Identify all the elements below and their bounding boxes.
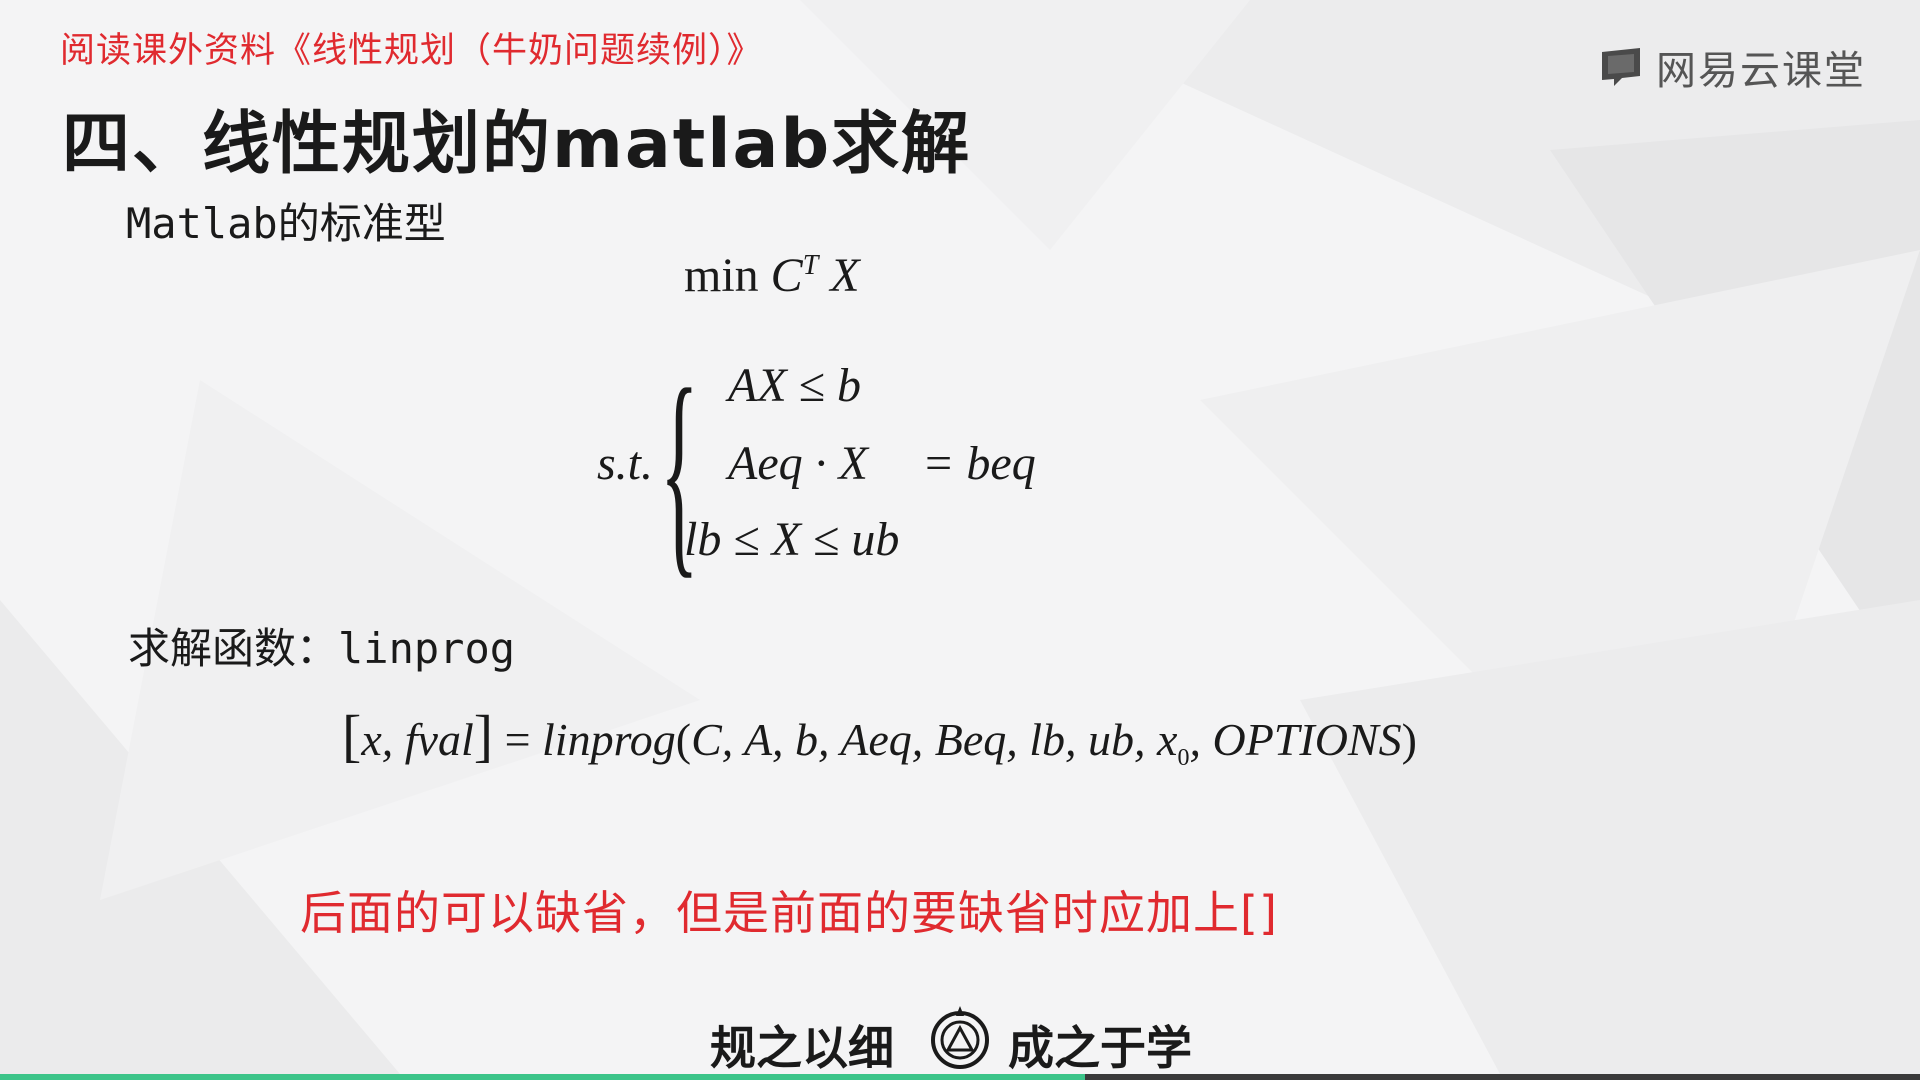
default-args-note: 后面的可以缺省，但是前面的要缺省时应加上[]	[300, 886, 1278, 940]
solver-line: 求解函数：linprog	[128, 615, 515, 676]
motto-left: 规之以细	[710, 1021, 894, 1074]
netease-cloud-class-logo: 网易云课堂	[1600, 42, 1866, 94]
call-outputs: x, fval	[361, 714, 474, 765]
call-function: linprog	[542, 714, 676, 765]
solver-name: linprog	[338, 624, 516, 673]
call-args: C, A, b, Aeq, Beq, lb, ub, x	[691, 714, 1178, 765]
decision-vector: X	[830, 249, 860, 302]
logo-text: 网易云课堂	[1656, 48, 1866, 94]
solver-label: 求解函数：	[128, 624, 339, 673]
linprog-call: [x, fval] = linprog(C, A, b, Aeq, Beq, l…	[342, 703, 1417, 772]
video-progress-bar[interactable]	[0, 1074, 1920, 1080]
cloud-class-icon	[1602, 48, 1640, 86]
cost-vector: C	[770, 249, 803, 302]
school-emblem-icon	[931, 1006, 989, 1069]
reading-note: 阅读课外资料《线性规划（牛奶问题续例）》	[60, 31, 763, 71]
call-options: , OPTIONS	[1189, 714, 1402, 765]
page-title: 四、线性规划的matlab求解	[62, 105, 972, 184]
video-progress-fill	[0, 1074, 1085, 1080]
min-operator: min	[684, 249, 759, 302]
transpose-superscript: T	[802, 250, 819, 281]
call-subscript: 0	[1177, 745, 1190, 772]
bound-constraint: lb ≤ X ≤ ub	[684, 513, 900, 566]
subject-to-label: s.t.	[597, 437, 654, 490]
slide: 阅读课外资料《线性规划（牛奶问题续例）》 网易云课堂 四、线性规划的matlab…	[0, 0, 1920, 1074]
inequality-constraint: AX ≤ b	[728, 359, 861, 412]
section-subtitle: Matlab的标准型	[126, 199, 446, 248]
objective-function: min CT X	[684, 248, 860, 303]
call-equals: =	[504, 714, 531, 765]
equality-constraint-right: = beq	[922, 437, 1036, 490]
equality-constraint-left: Aeq · X	[728, 437, 868, 490]
motto-right: 成之于学	[1008, 1021, 1192, 1074]
